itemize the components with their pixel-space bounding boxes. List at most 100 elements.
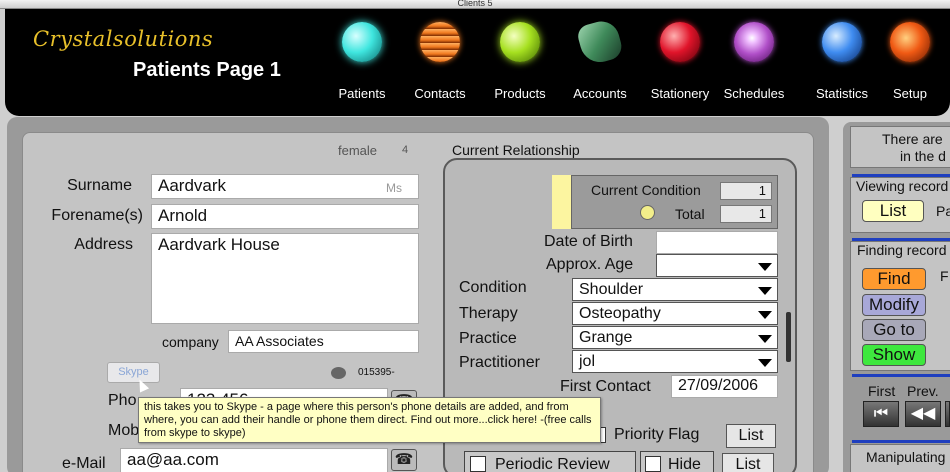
email-label: e-Mail [62,455,106,472]
phone-status-dot[interactable] [331,367,346,379]
navigation-divider [852,374,950,377]
periodic-list-button[interactable]: List [722,453,774,472]
first-contact-value: 27/09/2006 [678,377,759,394]
window-titlebar: Clients 5 [0,0,950,9]
email-value: aa@aa.com [127,450,219,469]
condition-select[interactable]: Shoulder [572,278,778,301]
hide-label: Hide [668,456,701,472]
nav-schedules[interactable]: Schedules [712,22,796,102]
nav-label-schedules: Schedules [723,86,785,101]
practice-label: Practice [459,330,517,347]
record-info-line1: There are [882,131,943,147]
nav-label-setup: Setup [893,86,927,101]
nav-patients[interactable]: Patients [320,22,404,102]
schedules-orb-icon [734,22,774,62]
mobile-label: Mob [108,422,140,439]
list-view-button[interactable]: List [862,200,924,222]
address-label: Address [74,236,133,253]
current-condition-count: 1 [720,182,772,200]
chevron-down-icon [758,263,772,271]
practice-select[interactable]: Grange [572,326,778,349]
finding-title: Finding record [857,242,947,258]
panel-scrollbar[interactable] [786,312,791,362]
hide-checkbox[interactable] [645,456,661,472]
statistics-orb-icon [822,22,862,62]
periodic-review-checkbox[interactable] [470,456,486,472]
title-value: Ms [386,181,402,195]
manipulating-divider [852,440,950,443]
email-send-icon[interactable]: ☎ [391,449,417,471]
current-condition-label: Current Condition [591,182,701,198]
window-title: Clients 5 [457,0,493,8]
phone-label: Pho [108,392,137,409]
contacts-orb-icon [420,22,460,62]
email-field[interactable]: aa@aa.com [120,448,388,472]
first-record-icon[interactable]: ⏮ [863,401,899,427]
nav-stationery[interactable]: Stationery [638,22,722,102]
priority-flag-label: Priority Flag [614,426,700,443]
therapy-value: Osteopathy [579,305,661,322]
nav-products[interactable]: Products [478,22,562,102]
products-orb-icon [500,22,540,62]
first-label: First [868,383,896,399]
forename-value: Arnold [158,206,208,225]
nav-setup[interactable]: Setup [868,22,950,102]
therapy-label: Therapy [459,305,518,322]
first-contact-field[interactable]: 27/09/2006 [671,375,778,398]
chevron-down-icon [758,287,772,295]
chevron-down-icon [758,335,772,343]
brand-logo-text: Crystalsolutions [33,27,214,51]
nav-label-accounts: Accounts [573,86,627,101]
practitioner-label: Practitioner [459,354,540,371]
setup-orb-icon [890,22,930,62]
surname-field[interactable]: Aardvark Ms [151,174,419,199]
phone-reference: 015395- [358,367,395,378]
modify-button[interactable]: Modify [862,294,926,316]
total-label: Total [675,206,705,222]
condition-value: Shoulder [579,281,644,298]
stationery-orb-icon [660,22,700,62]
prev-label: Prev. [907,383,939,399]
list-view-after: Pa [936,203,950,219]
condition-color-strip [552,175,572,229]
patients-orb-icon [342,22,382,62]
company-field[interactable]: AA Associates [228,330,419,353]
find-after: F [940,268,949,284]
company-value: AA Associates [235,333,324,349]
nav-label-stationery: Stationery [650,86,710,101]
periodic-review-label: Periodic Review [495,456,610,472]
prev-record-icon[interactable]: ◀◀ [905,401,941,427]
dob-label: Date of Birth [544,233,633,250]
nav-label-contacts: Contacts [414,86,466,101]
accounts-gem-icon [575,17,625,67]
nav-contacts[interactable]: Contacts [398,22,482,102]
status-dot-icon [640,205,655,220]
practice-value: Grange [579,329,633,346]
skype-button[interactable]: Skype [107,362,160,383]
skype-tooltip: this takes you to Skype - a page where t… [138,397,601,443]
show-button[interactable]: Show [862,344,926,366]
manipulating-title: Manipulating [866,449,946,465]
record-info-line2: in the d [900,148,946,164]
page-title: Patients Page 1 [133,59,281,81]
therapy-select[interactable]: Osteopathy [572,302,778,325]
goto-button[interactable]: Go to [862,319,926,341]
forename-field[interactable]: Arnold [151,204,419,229]
next-record-icon[interactable] [945,401,950,427]
practitioner-select[interactable]: jol [572,350,778,373]
find-button[interactable]: Find [862,268,926,290]
age-label: Approx. Age [546,256,634,273]
tooltip-text: this takes you to Skype - a page where t… [144,401,592,439]
address-field[interactable]: Aardvark House [151,233,419,324]
address-value: Aardvark House [158,235,280,254]
priority-list-button[interactable]: List [726,424,776,448]
practitioner-value: jol [579,353,596,370]
first-contact-label: First Contact [560,378,651,395]
surname-label: Surname [67,177,132,194]
age-select[interactable] [656,254,778,277]
total-count: 1 [720,205,772,223]
nav-accounts[interactable]: Accounts [558,17,642,102]
viewing-title: Viewing record [856,178,949,194]
dob-field[interactable] [656,231,778,254]
gender-label: female [338,143,378,158]
